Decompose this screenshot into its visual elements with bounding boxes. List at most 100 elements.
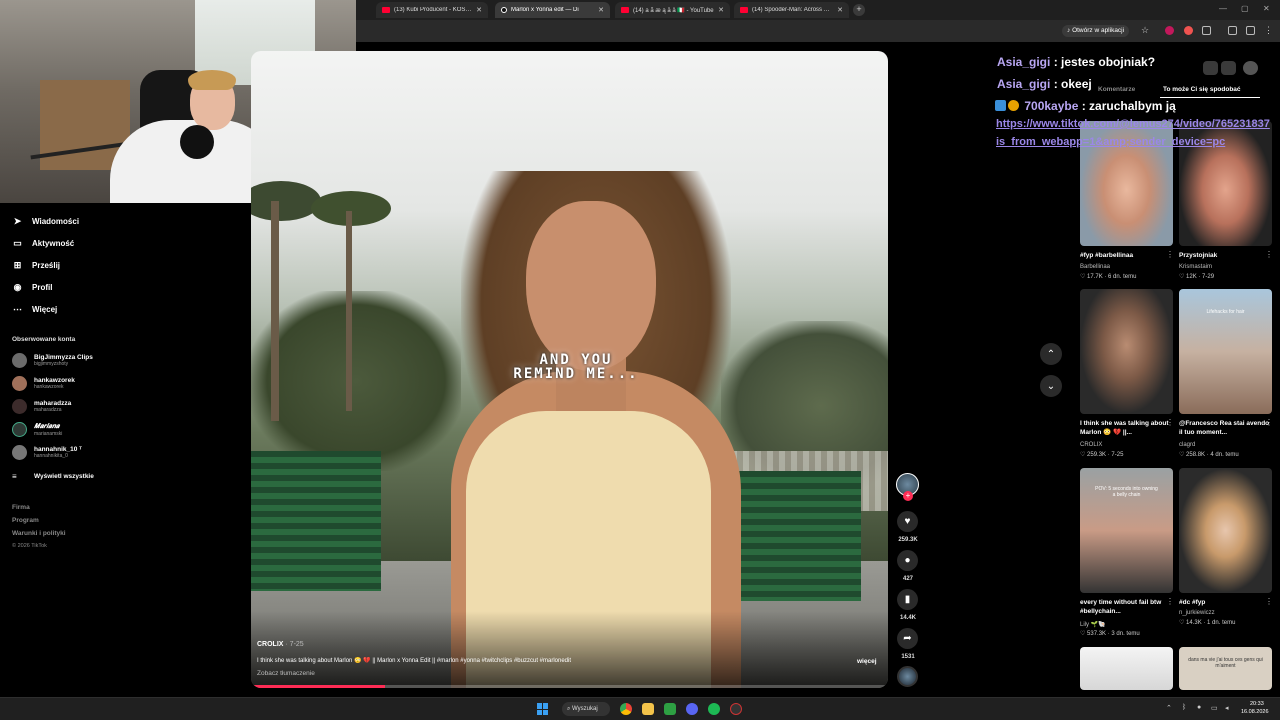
- share-count: 1531: [901, 654, 915, 660]
- taskbar: ⌕ Wyszukaj ⌃ ᛒ ● ▭ ◂ 20:33 16.08.2026: [0, 697, 1280, 720]
- video-thumbnail[interactable]: dans ma vie j'ai tous ces gens qui m'aim…: [1179, 647, 1272, 690]
- menu-icon[interactable]: ⋮: [1264, 26, 1273, 35]
- more-options-icon[interactable]: ⋮: [1166, 597, 1174, 606]
- video-player[interactable]: AND YOU REMIND ME... CROLIX · 7-25 I thi…: [251, 51, 888, 688]
- comment-button[interactable]: ●: [897, 550, 918, 571]
- card-author[interactable]: clagrd: [1179, 442, 1195, 448]
- close-window-icon[interactable]: ✕: [1263, 4, 1270, 13]
- embed-icon[interactable]: [1203, 61, 1218, 75]
- open-in-app-button[interactable]: ♪ Otwórz w aplikacji: [1062, 25, 1130, 37]
- extension-icon[interactable]: [1184, 26, 1193, 35]
- avatar[interactable]: [1243, 61, 1258, 75]
- followed-account[interactable]: 𝑴𝒂𝒓𝒊𝒂𝒏𝒂 marianamski: [12, 422, 62, 437]
- share-button[interactable]: ➦: [897, 628, 918, 649]
- card-title[interactable]: #fyp #barbellinaa: [1080, 251, 1175, 260]
- card-author[interactable]: CROLIX: [1080, 442, 1102, 448]
- star-icon[interactable]: ☆: [1141, 26, 1150, 35]
- nav-activity[interactable]: ▭ Aktywność: [12, 238, 74, 249]
- speaker-icon[interactable]: ◂: [1225, 704, 1229, 712]
- nav-profile[interactable]: ◉ Profil: [12, 282, 53, 293]
- footer-company[interactable]: Firma: [12, 504, 30, 511]
- download-icon[interactable]: [1246, 26, 1255, 35]
- mobile-icon[interactable]: [1221, 61, 1236, 75]
- see-translation-link[interactable]: Zobacz tłumaczenie: [257, 670, 315, 677]
- chrome-icon[interactable]: [620, 703, 632, 715]
- card-title[interactable]: every time without fail btw #bellychain.…: [1080, 598, 1175, 616]
- tab-youtube-italian[interactable]: (14) a ã æ ą ā ä 🇮🇹 - YouTube ✕: [615, 2, 730, 18]
- close-icon[interactable]: ✕: [598, 6, 604, 14]
- show-all-link[interactable]: ≡ Wyświetl wszystkie: [12, 472, 94, 481]
- extension-icon[interactable]: [1165, 26, 1174, 35]
- tab-recommended[interactable]: To może Ci się spodobać: [1163, 86, 1241, 93]
- next-video-button[interactable]: ⌄: [1040, 375, 1062, 397]
- card-title[interactable]: Przystojniak: [1179, 251, 1274, 260]
- windows-start-icon[interactable]: [537, 703, 549, 715]
- chat-link[interactable]: https://www.tiktok.com/@lemus274/video/7…: [996, 118, 1270, 130]
- discord-icon[interactable]: [686, 703, 698, 715]
- more-options-icon[interactable]: ⋮: [1265, 418, 1273, 427]
- previous-video-button[interactable]: ⌃: [1040, 343, 1062, 365]
- close-icon[interactable]: ✕: [476, 6, 482, 14]
- media-icon[interactable]: [1228, 26, 1237, 35]
- close-icon[interactable]: ✕: [837, 6, 843, 14]
- tab-comments[interactable]: Komentarze: [1098, 86, 1135, 93]
- obs-icon[interactable]: [730, 703, 742, 715]
- card-author[interactable]: Krismastaim: [1179, 264, 1212, 270]
- followed-account[interactable]: maharadzza maharadzza: [12, 399, 71, 414]
- card-author[interactable]: Lily 🌱🐚: [1080, 621, 1106, 628]
- media-player-icon[interactable]: [664, 703, 676, 715]
- chat-message: Asia_gigi : jestes obojniak?: [997, 55, 1156, 69]
- activity-icon: ▭: [13, 238, 22, 248]
- more-options-icon[interactable]: ⋮: [1166, 418, 1174, 427]
- chat-link[interactable]: is_from_webapp=1&amp;sender_device=pc: [996, 136, 1225, 148]
- microphone-icon[interactable]: ●: [1197, 704, 1201, 711]
- more-options-icon[interactable]: ⋮: [1166, 250, 1174, 259]
- minimize-icon[interactable]: —: [1219, 4, 1227, 13]
- nav-more[interactable]: ⋯ Więcej: [12, 304, 57, 315]
- spotify-icon[interactable]: [708, 703, 720, 715]
- footer-program[interactable]: Program: [12, 517, 39, 524]
- followed-account[interactable]: BigJimmyzza Clips bigjimmyzshoty: [12, 353, 93, 368]
- video-thumbnail[interactable]: Lifehacks for hair: [1179, 289, 1272, 414]
- folder-icon[interactable]: [642, 703, 654, 715]
- card-title[interactable]: @Francesco Rea stai avendo il tuo moment…: [1179, 419, 1274, 437]
- taskbar-search[interactable]: ⌕ Wyszukaj: [562, 702, 610, 716]
- new-tab-button[interactable]: +: [853, 4, 865, 16]
- close-icon[interactable]: ✕: [718, 6, 724, 14]
- network-icon[interactable]: ▭: [1211, 704, 1218, 712]
- video-thumbnail[interactable]: [1080, 289, 1173, 414]
- bookmark-icon: ▮: [904, 594, 911, 605]
- save-button[interactable]: ▮: [897, 589, 918, 610]
- followed-account[interactable]: hankawzorek hankawzorek: [12, 376, 75, 391]
- card-author[interactable]: n_jurkiewiczz: [1179, 610, 1215, 616]
- tab-kubi-producent[interactable]: (13) Kubi Producent - KOSZT B ✕: [376, 2, 488, 18]
- footer-terms[interactable]: Warunki i polityki: [12, 530, 66, 537]
- more-link[interactable]: więcej: [857, 658, 877, 665]
- followed-account[interactable]: hannahnik_10 ᵀ hannahnikita_0: [12, 445, 82, 460]
- video-thumbnail[interactable]: [1179, 468, 1272, 593]
- clock-time[interactable]: 20:33: [1250, 701, 1264, 707]
- tab-marlon-yonna[interactable]: Marlon x Yonna edit — Di ✕: [495, 2, 610, 18]
- bluetooth-icon[interactable]: ᛒ: [1182, 704, 1186, 711]
- nav-upload[interactable]: ⊞ Prześlij: [12, 260, 60, 271]
- more-options-icon[interactable]: ⋮: [1265, 597, 1273, 606]
- like-button[interactable]: ♥: [897, 511, 918, 532]
- video-thumbnail[interactable]: POV: 5 seconds into owning a belly chain: [1080, 468, 1173, 593]
- video-author[interactable]: CROLIX · 7-25: [257, 641, 304, 648]
- video-progress-bar[interactable]: [251, 685, 888, 688]
- follow-plus-icon[interactable]: +: [903, 491, 913, 501]
- maximize-icon[interactable]: ▢: [1241, 4, 1249, 13]
- card-title[interactable]: #dc #fyp: [1179, 598, 1274, 607]
- music-disc-icon[interactable]: [897, 666, 918, 687]
- video-thumbnail[interactable]: [1080, 647, 1173, 690]
- comment-icon: ●: [904, 555, 911, 566]
- more-options-icon[interactable]: ⋮: [1265, 250, 1273, 259]
- clock-date[interactable]: 16.08.2026: [1241, 709, 1269, 715]
- chevron-up-icon[interactable]: ⌃: [1166, 704, 1172, 712]
- card-author[interactable]: Barbellinaa: [1080, 264, 1110, 270]
- nav-messages[interactable]: ➤ Wiadomości: [12, 216, 79, 227]
- tab-spooder-man[interactable]: (14) Spooder-Man: Across The ✕: [734, 2, 849, 18]
- card-title[interactable]: I think she was talking about Marlon 😳 💔…: [1080, 419, 1175, 437]
- puzzle-icon[interactable]: [1202, 26, 1211, 35]
- card-meta: ♡ 14.3K · 1 dn. temu: [1179, 620, 1236, 626]
